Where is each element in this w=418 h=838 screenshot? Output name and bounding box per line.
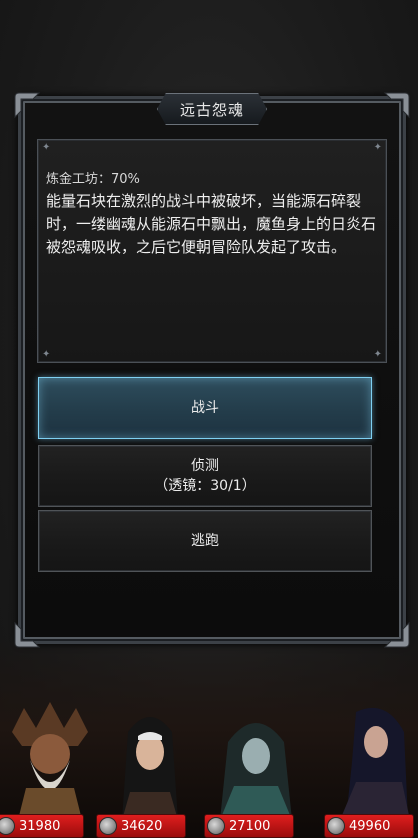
corner-ornament-icon [383,91,411,119]
portrait-druid [8,702,92,820]
emblem-icon [207,817,225,835]
party-member[interactable]: 31980 [0,700,100,838]
hp-bar: 34620 [96,814,186,838]
party-member[interactable]: 27100 [204,700,306,838]
emblem-icon [327,817,345,835]
emblem-icon [0,817,15,835]
detect-button[interactable]: 侦测 （透镜：30/1） [38,445,372,507]
hp-bar: 31980 [0,814,84,838]
sparkle-icon: ✦ [373,349,382,360]
sparkle-icon: ✦ [373,142,382,153]
corner-ornament-icon [13,621,41,649]
event-description: 能量石块在激烈的战斗中被破坏，当能源石碎裂时，一缕幽魂从能源石中飘出，魔鱼身上的… [46,192,377,256]
hp-bar: 27100 [204,814,294,838]
corner-ornament-icon [13,91,41,119]
flee-button[interactable]: 逃跑 [38,510,372,572]
fight-label: 战斗 [191,400,219,416]
detect-label: 侦测 [191,458,219,474]
dialog-title: 远古怨魂 [179,100,244,119]
party-member[interactable]: 34620 [96,700,200,838]
party-member[interactable]: 49960 [318,700,418,838]
workshop-progress: 炼金工坊：70% [46,172,140,187]
sparkle-icon: ✦ [42,142,51,153]
emblem-icon [99,817,117,835]
flee-label: 逃跑 [191,533,219,549]
detect-cost: （透镜：30/1） [154,478,256,494]
party-bar: 31980 34620 27100 49960 [0,700,418,838]
hp-bar: 49960 [324,814,414,838]
hp-value: 27100 [229,818,271,834]
dialog-title-bar: 远古怨魂 [157,93,267,125]
portrait-nun [108,702,192,820]
portrait-hooded-mage [214,702,298,820]
fight-button[interactable]: 战斗 [38,377,372,439]
hp-value: 49960 [349,818,391,834]
portrait-warrior [326,702,410,820]
hp-value: 31980 [19,818,61,834]
event-description-panel: ✦ ✦ ✦ ✦ 炼金工坊：70% 能量石块在激烈的战斗中被破坏，当能源石碎裂时，… [37,139,387,363]
sparkle-icon: ✦ [42,349,51,360]
corner-ornament-icon [383,621,411,649]
hp-value: 34620 [121,818,163,834]
